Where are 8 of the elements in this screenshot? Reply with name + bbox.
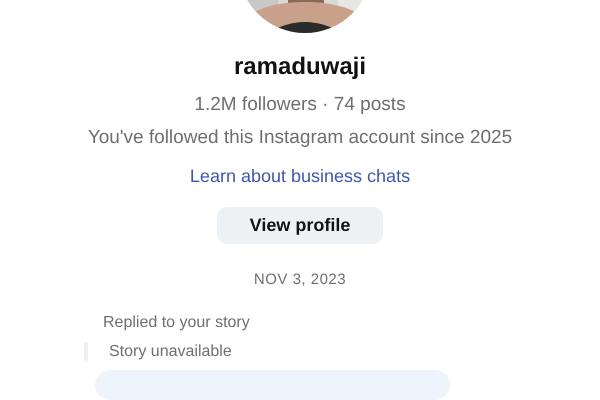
quoted-story: Story unavailable <box>109 342 232 360</box>
username: ramaduwaji <box>234 53 366 81</box>
view-profile-button[interactable]: View profile <box>217 207 383 244</box>
business-chats-link[interactable]: Learn about business chats <box>190 166 410 187</box>
message-date: NOV 3, 2023 <box>254 271 346 288</box>
follow-note: You've followed this Instagram account since 2025 <box>88 127 512 149</box>
follower-stats: 1.2M followers · 74 posts <box>194 94 406 116</box>
reply-label: Replied to your story <box>103 314 251 332</box>
